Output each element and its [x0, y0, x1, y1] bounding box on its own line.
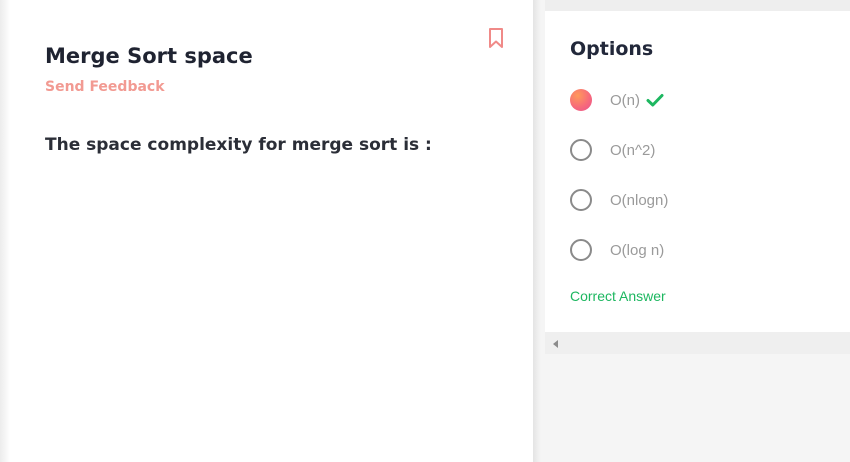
option-2[interactable]: O(n^2) [570, 138, 830, 162]
quiz-page: Merge Sort space Send Feedback The space… [0, 0, 850, 462]
radio-button[interactable] [570, 239, 592, 261]
scroll-left-arrow-icon[interactable] [553, 340, 558, 348]
radio-button[interactable] [570, 139, 592, 161]
option-4[interactable]: O(log n) [570, 238, 830, 262]
option-3[interactable]: O(nlogn) [570, 188, 830, 212]
checkmark-icon [646, 94, 664, 107]
radio-button[interactable] [570, 189, 592, 211]
panel-shadow [0, 0, 10, 462]
option-label: O(nlogn) [610, 191, 669, 209]
options-title: Options [570, 38, 654, 60]
radio-button-selected[interactable] [570, 89, 592, 111]
option-1[interactable]: O(n) [570, 88, 830, 112]
question-text: The space complexity for merge sort is : [45, 135, 432, 155]
question-title: Merge Sort space [45, 44, 253, 68]
question-panel: Merge Sort space Send Feedback The space… [0, 0, 533, 462]
options-card: Options O(n) O(n^2) O(nlogn) O(log n) Co… [545, 11, 850, 332]
send-feedback-link[interactable]: Send Feedback [45, 79, 165, 95]
top-strip [545, 0, 850, 11]
horizontal-scrollbar[interactable] [545, 332, 850, 354]
option-label: O(n) [610, 91, 640, 109]
option-label: O(n^2) [610, 141, 656, 159]
option-label: O(log n) [610, 241, 665, 259]
result-status: Correct Answer [570, 288, 666, 304]
bookmark-icon[interactable] [487, 27, 505, 49]
